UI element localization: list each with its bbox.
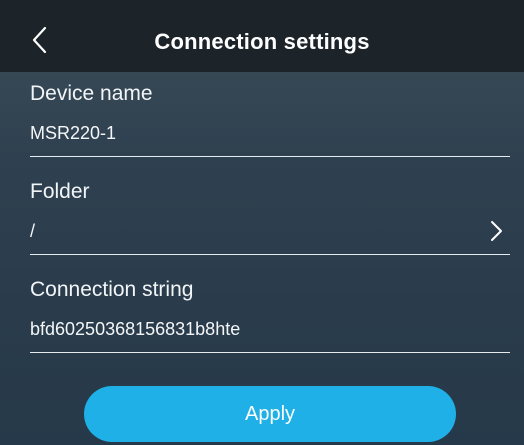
header-bar: Connection settings [0,0,524,72]
connection-string-label: Connection string [30,278,194,301]
device-name-value: MSR220-1 [30,123,117,143]
device-name-label: Device name [30,82,153,105]
folder-value: / [30,221,36,241]
device-name-field[interactable]: MSR220-1 [30,113,510,157]
back-button[interactable] [18,18,62,62]
folder-field[interactable]: / [30,211,510,255]
connection-string-field[interactable]: bfd60250368156831b8hte [30,309,510,353]
page-title: Connection settings [154,29,370,54]
folder-label: Folder [30,180,90,203]
chevron-right-icon[interactable] [484,218,508,244]
chevron-left-icon [32,26,47,54]
apply-button[interactable]: Apply [84,386,456,442]
connection-string-value: bfd60250368156831b8hte [30,319,241,339]
